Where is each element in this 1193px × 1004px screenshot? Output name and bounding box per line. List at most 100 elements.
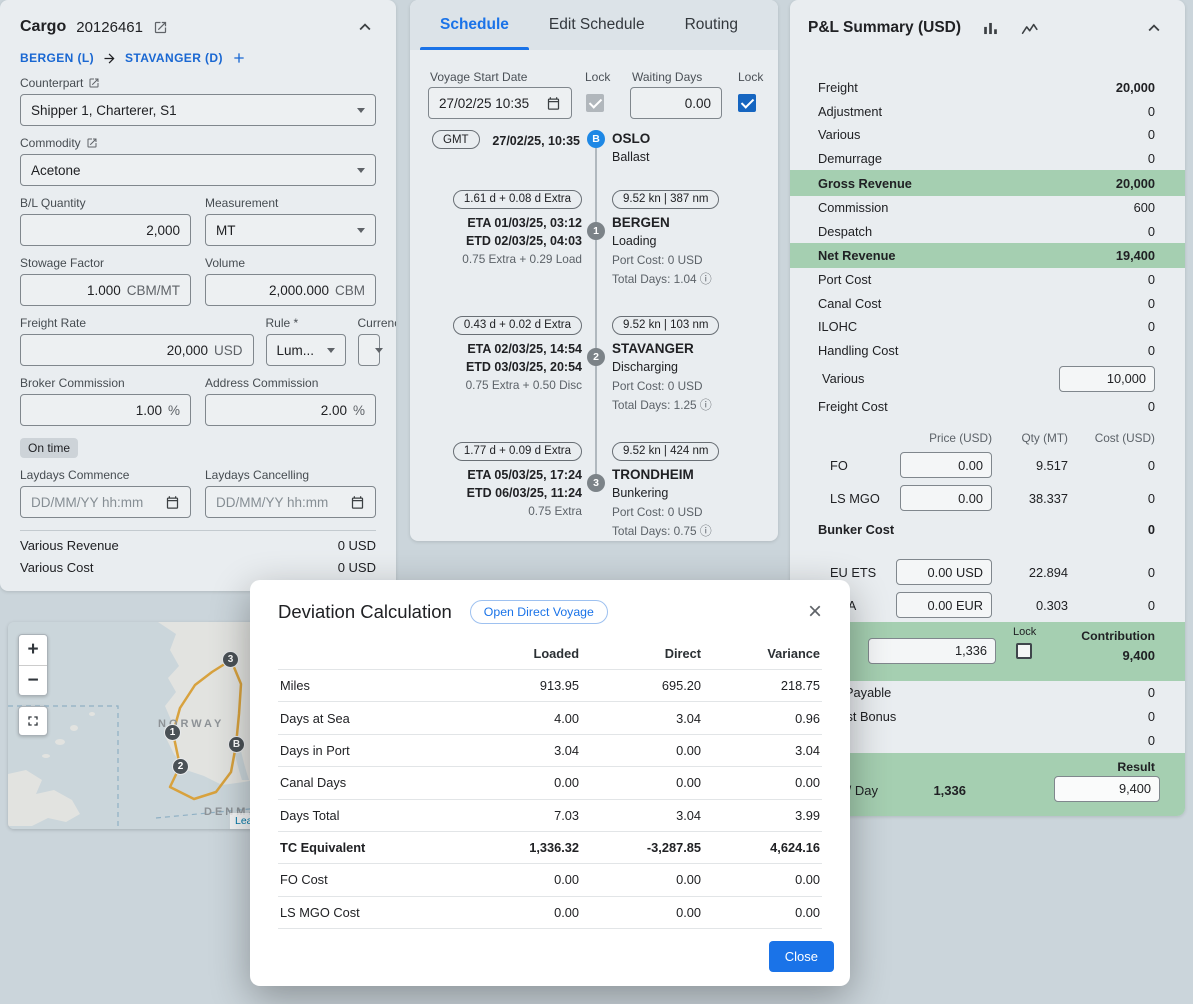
info-icon[interactable]: ⓘ <box>700 524 712 538</box>
pnl-row-label: Demurrage <box>818 151 882 166</box>
address-commission-input[interactable] <box>216 403 347 418</box>
deviation-direct: 0.00 <box>581 734 703 766</box>
currency-select[interactable]: USD <box>358 334 380 366</box>
voyage-start-lock-checkbox[interactable] <box>586 94 604 112</box>
map-marker-oslo[interactable]: B <box>228 736 245 753</box>
modal-close-icon[interactable]: × <box>808 600 822 624</box>
stowage-factor-input[interactable] <box>31 283 121 298</box>
info-icon[interactable]: ⓘ <box>700 272 712 286</box>
map-fullscreen-button[interactable] <box>18 706 48 736</box>
eua-price-input[interactable] <box>896 592 992 618</box>
address-commission-unit: % <box>353 403 365 418</box>
cargo-collapse-chevron-icon[interactable] <box>354 16 376 38</box>
eu-ets-price-input[interactable] <box>896 559 992 585</box>
deviation-loaded: 3.04 <box>468 734 581 766</box>
result-per-day-value: 1,336 <box>900 783 966 798</box>
port-cost: Port Cost: 0 USD <box>612 251 776 270</box>
pnl-row-value: 0 <box>1148 685 1155 700</box>
tab-edit-schedule[interactable]: Edit Schedule <box>529 0 665 50</box>
laydays-commence-label: Laydays Commence <box>20 468 129 482</box>
volume-input[interactable] <box>216 283 329 298</box>
calendar-icon[interactable] <box>165 495 180 510</box>
deviation-row-canal-days: Canal Days 0.00 0.00 0.00 <box>278 767 822 799</box>
deviation-row-label: Days at Sea <box>278 702 468 734</box>
cargo-title: Cargo <box>20 18 66 36</box>
tce-input[interactable] <box>868 638 996 664</box>
bl-quantity-input[interactable] <box>31 223 180 238</box>
route-arrow-icon <box>102 51 117 66</box>
broker-commission-input[interactable] <box>31 403 162 418</box>
port-eta: ETA 01/03/25, 03:12 <box>424 214 582 232</box>
map-zoom-control: + − <box>18 634 48 696</box>
commodity-select[interactable]: Acetone <box>20 154 376 186</box>
volume-field: CBM <box>205 274 376 306</box>
laydays-commence-input[interactable] <box>31 495 159 510</box>
rule-select[interactable]: Lum... <box>266 334 346 366</box>
voyage-start-date-input[interactable] <box>439 96 540 111</box>
deviation-variance: 0.96 <box>703 702 822 734</box>
cargo-header: Cargo 20126461 <box>20 16 376 38</box>
commodity-label-row: Commodity <box>20 136 376 150</box>
add-port-plus-icon[interactable] <box>231 50 247 66</box>
route-load-port-link[interactable]: BERGEN (L) <box>20 51 94 65</box>
bunker-row-label: LS MGO <box>818 491 892 506</box>
various-revenue-label: Various Revenue <box>20 538 119 553</box>
waiting-days-label: Waiting Days <box>632 70 702 84</box>
map-zoom-in-button[interactable]: + <box>19 635 47 665</box>
pnl-row-value: 600 <box>1134 200 1155 215</box>
port-etd: ETD 03/03/25, 20:54 <box>424 358 582 376</box>
commodity-value: Acetone <box>31 163 351 178</box>
leg-duration-chip: 1.61 d + 0.08 d Extra <box>453 190 582 209</box>
pnl-row-freight: Freight20,000 <box>790 76 1185 100</box>
open-direct-voyage-button[interactable]: Open Direct Voyage <box>470 600 608 624</box>
calendar-icon[interactable] <box>350 495 365 510</box>
measurement-select[interactable]: MT <box>205 214 376 246</box>
modal-close-button[interactable]: Close <box>769 941 834 972</box>
pnl-row-handling-cost: Handling Cost0 <box>790 339 1185 363</box>
pnl-row-label: ILOHC <box>818 319 857 334</box>
port-etd: ETD 06/03/25, 11:24 <box>424 484 582 502</box>
stowage-factor-field: CBM/MT <box>20 274 191 306</box>
port-total-days: Total Days: 1.25 ⓘ <box>612 396 776 415</box>
laydays-cancelling-field <box>205 486 376 518</box>
fo-price-input[interactable] <box>900 452 992 478</box>
lsmgo-price-input[interactable] <box>900 485 992 511</box>
volume-unit: CBM <box>335 283 365 298</box>
freight-rate-input[interactable] <box>31 343 208 358</box>
map-marker-stavanger[interactable]: 2 <box>172 758 189 775</box>
pnl-row-adjustment: Adjustment0 <box>790 100 1185 124</box>
result-input[interactable] <box>1054 776 1160 802</box>
pnl-collapse-chevron-icon[interactable] <box>1143 17 1165 39</box>
analytics-icon[interactable] <box>1020 19 1041 38</box>
calendar-icon[interactable] <box>546 96 561 111</box>
leg-distance-chip: 9.52 kn | 387 nm <box>612 190 719 209</box>
info-icon[interactable]: ⓘ <box>700 398 712 412</box>
commodity-open-external-icon[interactable] <box>86 137 98 149</box>
tce-lock-checkbox[interactable] <box>1016 643 1032 659</box>
map-zoom-out-button[interactable]: − <box>19 665 47 695</box>
bunker-row-fo: FO 9.517 0 <box>790 449 1185 482</box>
counterpart-open-external-icon[interactable] <box>88 77 100 89</box>
port-times-block: ETA 05/03/25, 17:24 ETD 06/03/25, 11:24 … <box>424 466 582 520</box>
divider <box>20 530 376 531</box>
deviation-row-label: Miles <box>278 670 468 702</box>
waiting-days-lock-checkbox[interactable] <box>738 94 756 112</box>
map-marker-bergen[interactable]: 1 <box>164 724 181 741</box>
counterpart-label-row: Counterpart <box>20 76 376 90</box>
leg-distance-chip: 9.52 kn | 424 nm <box>612 442 719 461</box>
pnl-row-freight-cost: Freight Cost0 <box>790 395 1185 419</box>
deviation-row-days-at-sea: Days at Sea 4.00 3.04 0.96 <box>278 702 822 734</box>
waiting-days-input[interactable] <box>641 96 711 111</box>
rule-label: Rule * <box>266 316 299 330</box>
laydays-cancelling-input[interactable] <box>216 495 344 510</box>
volume-label: Volume <box>205 256 245 270</box>
tab-edit-schedule-label: Edit Schedule <box>549 16 645 34</box>
counterpart-select[interactable]: Shipper 1, Charterer, S1 <box>20 94 376 126</box>
various-amount-input[interactable] <box>1059 366 1155 392</box>
map-marker-trondheim[interactable]: 3 <box>222 651 239 668</box>
bar-chart-icon[interactable] <box>981 19 1000 38</box>
cargo-open-external-icon[interactable] <box>153 20 168 35</box>
tab-schedule[interactable]: Schedule <box>420 0 529 50</box>
route-discharge-port-link[interactable]: STAVANGER (D) <box>125 51 223 65</box>
tab-routing[interactable]: Routing <box>665 0 758 50</box>
